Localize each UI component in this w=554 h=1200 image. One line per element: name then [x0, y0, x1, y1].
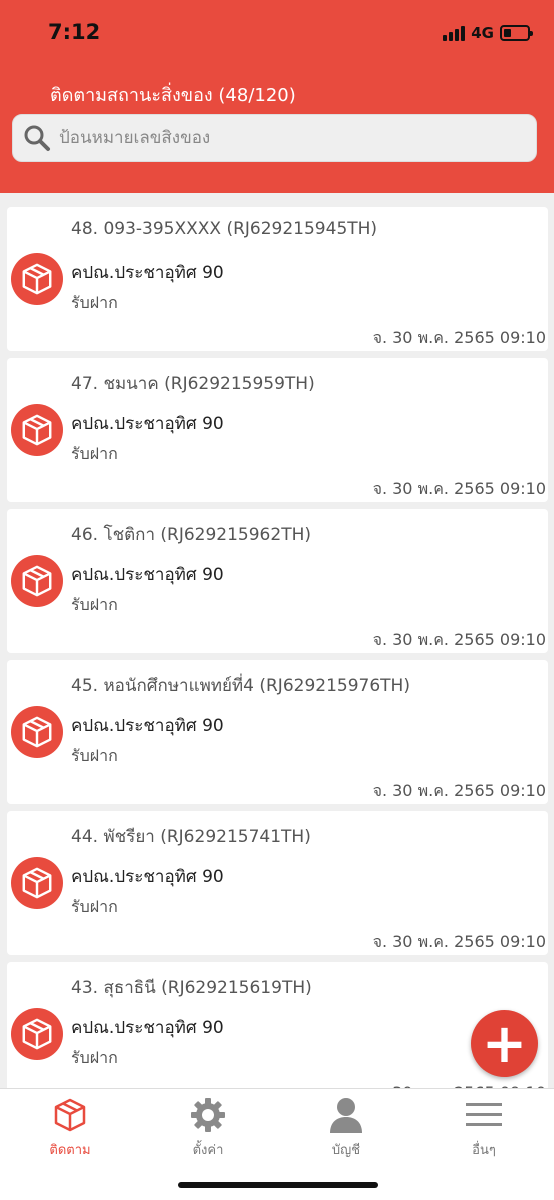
item-date: จ. 30 พ.ค. 2565 09:10: [372, 781, 546, 800]
tab-settings[interactable]: ตั้งค่า: [158, 1095, 258, 1160]
list-item[interactable]: 48. 093-395XXXX (RJ629215945TH) คปณ.ประช…: [7, 207, 548, 351]
item-office: คปณ.ประชาอุทิศ 90: [71, 263, 224, 283]
package-icon: [11, 555, 63, 607]
item-title: 46. โชติกา (RJ629215962TH): [71, 525, 311, 545]
network-label: 4G: [471, 24, 494, 42]
status-time: 7:12: [48, 20, 101, 44]
tab-more[interactable]: อื่นๆ: [434, 1095, 534, 1160]
item-date: จ. 30 พ.ค. 2565 09:10: [372, 932, 546, 951]
search-input[interactable]: [59, 128, 499, 148]
item-title: 45. หอนักศึกษาแพทย์ที่4 (RJ629215976TH): [71, 676, 410, 696]
battery-icon: [500, 25, 533, 41]
list-item[interactable]: 46. โชติกา (RJ629215962TH) คปณ.ประชาอุทิ…: [7, 509, 548, 653]
package-icon: [11, 857, 63, 909]
item-date: จ. 30 พ.ค. 2565 09:10: [372, 328, 546, 347]
item-title: 43. สุธาธินี (RJ629215619TH): [71, 978, 312, 998]
list-item[interactable]: 44. พัชรียา (RJ629215741TH) คปณ.ประชาอุท…: [7, 811, 548, 955]
gear-icon: [191, 1098, 225, 1132]
item-title: 44. พัชรียา (RJ629215741TH): [71, 827, 311, 847]
item-status: รับฝาก: [71, 897, 118, 916]
menu-icon: [466, 1103, 502, 1126]
tab-label: อื่นๆ: [472, 1143, 496, 1158]
page-title: ติดตามสถานะสิ่งของ (48/120): [50, 85, 296, 106]
battery-level: [504, 29, 511, 37]
tab-tracking[interactable]: ติดตาม: [20, 1095, 120, 1160]
item-office: คปณ.ประชาอุทิศ 90: [71, 414, 224, 434]
tracking-list[interactable]: 48. 093-395XXXX (RJ629215945TH) คปณ.ประช…: [0, 193, 554, 1089]
item-office: คปณ.ประชาอุทิศ 90: [71, 565, 224, 585]
list-item[interactable]: 43. สุธาธินี (RJ629215619TH) คปณ.ประชาอุ…: [7, 962, 548, 1089]
item-office: คปณ.ประชาอุทิศ 90: [71, 716, 224, 736]
tab-label: ตั้งค่า: [192, 1143, 224, 1158]
item-status: รับฝาก: [71, 1048, 118, 1067]
item-status: รับฝาก: [71, 746, 118, 765]
package-icon: [11, 706, 63, 758]
item-office: คปณ.ประชาอุทิศ 90: [71, 867, 224, 887]
package-icon: [11, 1008, 63, 1060]
item-status: รับฝาก: [71, 595, 118, 614]
list-item[interactable]: 47. ชมนาค (RJ629215959TH) คปณ.ประชาอุทิศ…: [7, 358, 548, 502]
package-icon: [54, 1098, 86, 1132]
item-status: รับฝาก: [71, 293, 118, 312]
item-title: 48. 093-395XXXX (RJ629215945TH): [71, 219, 378, 239]
signal-icon: [443, 25, 466, 41]
package-icon: [11, 404, 63, 456]
tab-label: บัญชี: [331, 1143, 361, 1158]
package-icon: [11, 253, 63, 305]
search-icon: [23, 124, 51, 152]
tab-account[interactable]: บัญชี: [296, 1095, 396, 1160]
status-indicators: 4G: [443, 22, 533, 44]
item-date: จ. 30 พ.ค. 2565 09:10: [372, 479, 546, 498]
search-bar[interactable]: [12, 114, 537, 162]
item-title: 47. ชมนาค (RJ629215959TH): [71, 374, 315, 394]
home-indicator[interactable]: [178, 1182, 378, 1188]
plus-icon: +: [481, 1011, 528, 1075]
item-office: คปณ.ประชาอุทิศ 90: [71, 1018, 224, 1038]
header-bar: 7:12 4G ติดตามสถานะสิ่งของ (48/120): [0, 0, 554, 193]
item-date: จ. 30 พ.ค. 2565 09:10: [372, 630, 546, 649]
list-item[interactable]: 45. หอนักศึกษาแพทย์ที่4 (RJ629215976TH) …: [7, 660, 548, 804]
user-icon: [330, 1098, 362, 1133]
tab-label: ติดตาม: [49, 1143, 91, 1158]
add-item-button[interactable]: +: [471, 1010, 538, 1077]
item-status: รับฝาก: [71, 444, 118, 463]
